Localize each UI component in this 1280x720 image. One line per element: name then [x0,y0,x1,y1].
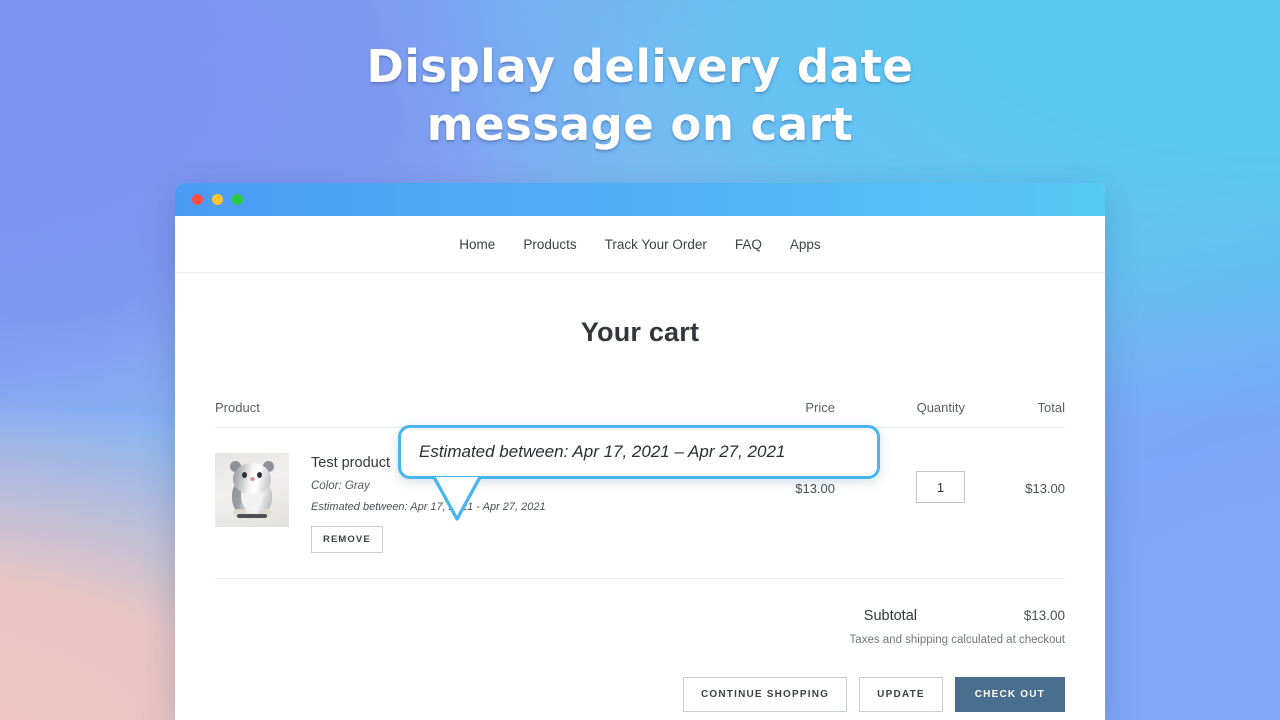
update-cart-button[interactable]: UPDATE [859,677,943,712]
check-out-button[interactable]: CHECK OUT [954,677,1065,712]
promo-headline: Display delivery date message on cart [0,38,1280,154]
maximize-window-button[interactable] [232,194,243,205]
product-thumbnail[interactable] [215,453,289,527]
nav-item-track-your-order[interactable]: Track Your Order [605,237,707,252]
browser-titlebar [175,183,1105,216]
callout-text: Estimated between: Apr 17, 2021 – Apr 27… [419,442,786,461]
line-item-total: $13.00 [1025,481,1065,496]
tax-shipping-note: Taxes and shipping calculated at checkou… [849,634,1065,646]
promo-headline-line-2: message on cart [426,98,854,151]
nav-item-apps[interactable]: Apps [790,237,821,252]
nav-item-faq[interactable]: FAQ [735,237,762,252]
column-header-quantity: Quantity [916,400,965,415]
page-title: Your cart [580,317,700,347]
subtotal-value: $13.00 [1023,608,1065,623]
remove-item-button[interactable]: REMOVE [311,526,383,553]
thumbnail-base [237,514,267,519]
delivery-estimate-callout: Estimated between: Apr 17, 2021 – Apr 27… [398,425,880,521]
column-header-total: Total [1037,400,1065,415]
close-window-button[interactable] [192,194,203,205]
thumbnail-eye-left [241,471,247,478]
subtotal-label: Subtotal [863,608,917,624]
callout-pointer-icon [424,476,484,521]
site-navigation: Home Products Track Your Order FAQ Apps [175,216,1105,273]
cart-totals: Subtotal $13.00 Taxes and shipping calcu… [215,608,1065,646]
cart-table-header: Product Price Quantity Total [215,400,1065,428]
callout-bubble: Estimated between: Apr 17, 2021 – Apr 27… [398,425,880,479]
cart-page: Your cart Product Price Quantity Total T… [175,317,1105,712]
minimize-window-button[interactable] [212,194,223,205]
continue-shopping-button[interactable]: CONTINUE SHOPPING [682,677,848,712]
subtotal-row: Subtotal $13.00 [215,608,1065,624]
column-header-product: Product [215,400,260,415]
quantity-input[interactable] [916,471,965,503]
nav-item-products[interactable]: Products [523,237,576,252]
promo-headline-line-1: Display delivery date [366,40,914,93]
column-header-price: Price [805,400,835,415]
nav-item-home[interactable]: Home [459,237,495,252]
cart-actions: CONTINUE SHOPPING UPDATE CHECK OUT [215,677,1065,712]
